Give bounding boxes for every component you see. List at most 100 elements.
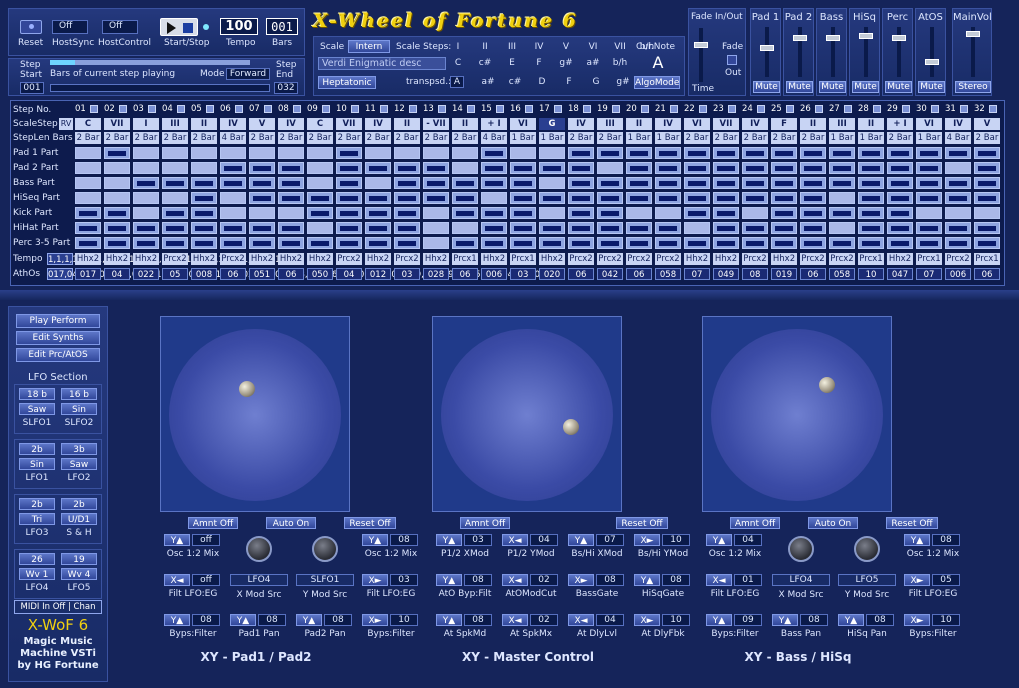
scale-step-cell[interactable]: II xyxy=(191,118,217,130)
part-cell-hihat[interactable] xyxy=(336,222,362,234)
level-cell[interactable]: 006 xyxy=(945,268,971,280)
part-cell-pad2[interactable] xyxy=(278,162,304,174)
tempo-cell[interactable]: Prcx2 xyxy=(626,253,652,265)
part-cell-hiseq[interactable] xyxy=(191,192,217,204)
level-cell[interactable]: 03 xyxy=(510,268,536,280)
xy-pad-ball[interactable] xyxy=(819,377,835,393)
step-length-cell[interactable]: 2 Bar xyxy=(887,132,913,144)
part-cell-kick[interactable] xyxy=(655,207,681,219)
part-cell-kick[interactable] xyxy=(916,207,942,219)
part-cell-pad1[interactable] xyxy=(742,147,768,159)
scale-step-cell[interactable]: IV xyxy=(655,118,681,130)
part-cell-pad2[interactable] xyxy=(162,162,188,174)
lfo-wave[interactable]: Tri xyxy=(19,513,55,525)
part-cell-pad1[interactable] xyxy=(539,147,565,159)
scale-step-cell[interactable]: IV xyxy=(742,118,768,130)
tempo-cell[interactable]: Prcx1 xyxy=(858,253,884,265)
xy-control-value[interactable]: 08 xyxy=(464,574,492,586)
hostcontrol-toggle[interactable]: Off xyxy=(102,20,138,34)
part-cell-pad2[interactable] xyxy=(771,162,797,174)
part-cell-bass[interactable] xyxy=(597,177,623,189)
algomode-button[interactable]: AlgoMode xyxy=(634,76,680,89)
amount-button[interactable]: Amnt Off xyxy=(730,517,780,529)
xy-control-tag[interactable]: Y▲ xyxy=(164,614,190,626)
part-cell-bass[interactable] xyxy=(684,177,710,189)
part-cell-hihat[interactable] xyxy=(539,222,565,234)
step-length-cell[interactable]: 1 Bar xyxy=(626,132,652,144)
part-cell-perc[interactable] xyxy=(452,237,478,249)
level-cell[interactable]: 017 xyxy=(75,268,101,280)
part-cell-perc[interactable] xyxy=(800,237,826,249)
part-cell-hiseq[interactable] xyxy=(423,192,449,204)
xy-control-value[interactable]: 04 xyxy=(530,534,558,546)
part-cell-pad2[interactable] xyxy=(916,162,942,174)
part-cell-pad1[interactable] xyxy=(713,147,739,159)
part-cell-pad1[interactable] xyxy=(481,147,507,159)
midi-settings[interactable]: MIDI In Off | Chan xyxy=(14,600,102,614)
part-cell-hihat[interactable] xyxy=(249,222,275,234)
part-cell-hiseq[interactable] xyxy=(974,192,1000,204)
mute-button[interactable]: Stereo xyxy=(955,81,991,93)
xy-control-tag[interactable]: Y▲ xyxy=(706,534,732,546)
part-cell-hihat[interactable] xyxy=(771,222,797,234)
part-cell-pad2[interactable] xyxy=(75,162,101,174)
step-select-box[interactable] xyxy=(90,105,98,113)
xy-control-tag[interactable]: Y▲ xyxy=(436,614,462,626)
step-length-cell[interactable]: 2 Bar xyxy=(75,132,101,144)
step-select-box[interactable] xyxy=(438,105,446,113)
part-cell-pad1[interactable] xyxy=(829,147,855,159)
volume-slider-handle[interactable] xyxy=(924,59,939,65)
part-cell-pad2[interactable] xyxy=(307,162,333,174)
part-cell-hihat[interactable] xyxy=(945,222,971,234)
part-cell-pad2[interactable] xyxy=(597,162,623,174)
part-cell-kick[interactable] xyxy=(220,207,246,219)
level-cell[interactable]: 058 xyxy=(655,268,681,280)
lfo-wave[interactable]: Sin xyxy=(61,403,97,415)
part-cell-bass[interactable] xyxy=(75,177,101,189)
part-cell-hiseq[interactable] xyxy=(75,192,101,204)
volume-slider-track[interactable] xyxy=(764,27,769,77)
scale-step-cell[interactable]: II xyxy=(858,118,884,130)
part-cell-hihat[interactable] xyxy=(220,222,246,234)
part-cell-hiseq[interactable] xyxy=(742,192,768,204)
part-cell-kick[interactable] xyxy=(75,207,101,219)
part-cell-pad1[interactable] xyxy=(858,147,884,159)
part-cell-bass[interactable] xyxy=(887,177,913,189)
part-cell-perc[interactable] xyxy=(974,237,1000,249)
part-cell-pad2[interactable] xyxy=(829,162,855,174)
level-cell[interactable]: 051 xyxy=(249,268,275,280)
part-cell-kick[interactable] xyxy=(974,207,1000,219)
lfo-wave[interactable]: U/D1 xyxy=(61,513,97,525)
part-cell-pad1[interactable] xyxy=(365,147,391,159)
part-cell-hihat[interactable] xyxy=(162,222,188,234)
part-cell-kick[interactable] xyxy=(278,207,304,219)
part-cell-hihat[interactable] xyxy=(191,222,217,234)
part-cell-hiseq[interactable] xyxy=(829,192,855,204)
xy-control-tag[interactable]: Y▲ xyxy=(164,534,190,546)
step-select-box[interactable] xyxy=(525,105,533,113)
tempo-cell[interactable]: Hhx2 xyxy=(133,253,159,265)
part-cell-perc[interactable] xyxy=(858,237,884,249)
part-cell-pad1[interactable] xyxy=(423,147,449,159)
part-cell-pad2[interactable] xyxy=(568,162,594,174)
lfo-wave[interactable]: Saw xyxy=(19,403,55,415)
step-select-box[interactable] xyxy=(554,105,562,113)
step-select-box[interactable] xyxy=(786,105,794,113)
part-cell-pad1[interactable] xyxy=(800,147,826,159)
level-cell[interactable]: 04 xyxy=(104,268,130,280)
part-cell-pad2[interactable] xyxy=(249,162,275,174)
part-cell-perc[interactable] xyxy=(771,237,797,249)
part-cell-pad1[interactable] xyxy=(220,147,246,159)
step-select-box[interactable] xyxy=(409,105,417,113)
part-cell-hihat[interactable] xyxy=(742,222,768,234)
tempo-cell[interactable]: Hhx2 xyxy=(713,253,739,265)
part-cell-hiseq[interactable] xyxy=(104,192,130,204)
part-cell-perc[interactable] xyxy=(597,237,623,249)
part-cell-bass[interactable] xyxy=(220,177,246,189)
part-cell-pad2[interactable] xyxy=(133,162,159,174)
scale-step-cell[interactable]: IV xyxy=(278,118,304,130)
xy-control-tag[interactable]: X► xyxy=(362,574,388,586)
part-cell-perc[interactable] xyxy=(423,237,449,249)
part-cell-kick[interactable] xyxy=(307,207,333,219)
part-cell-hiseq[interactable] xyxy=(713,192,739,204)
